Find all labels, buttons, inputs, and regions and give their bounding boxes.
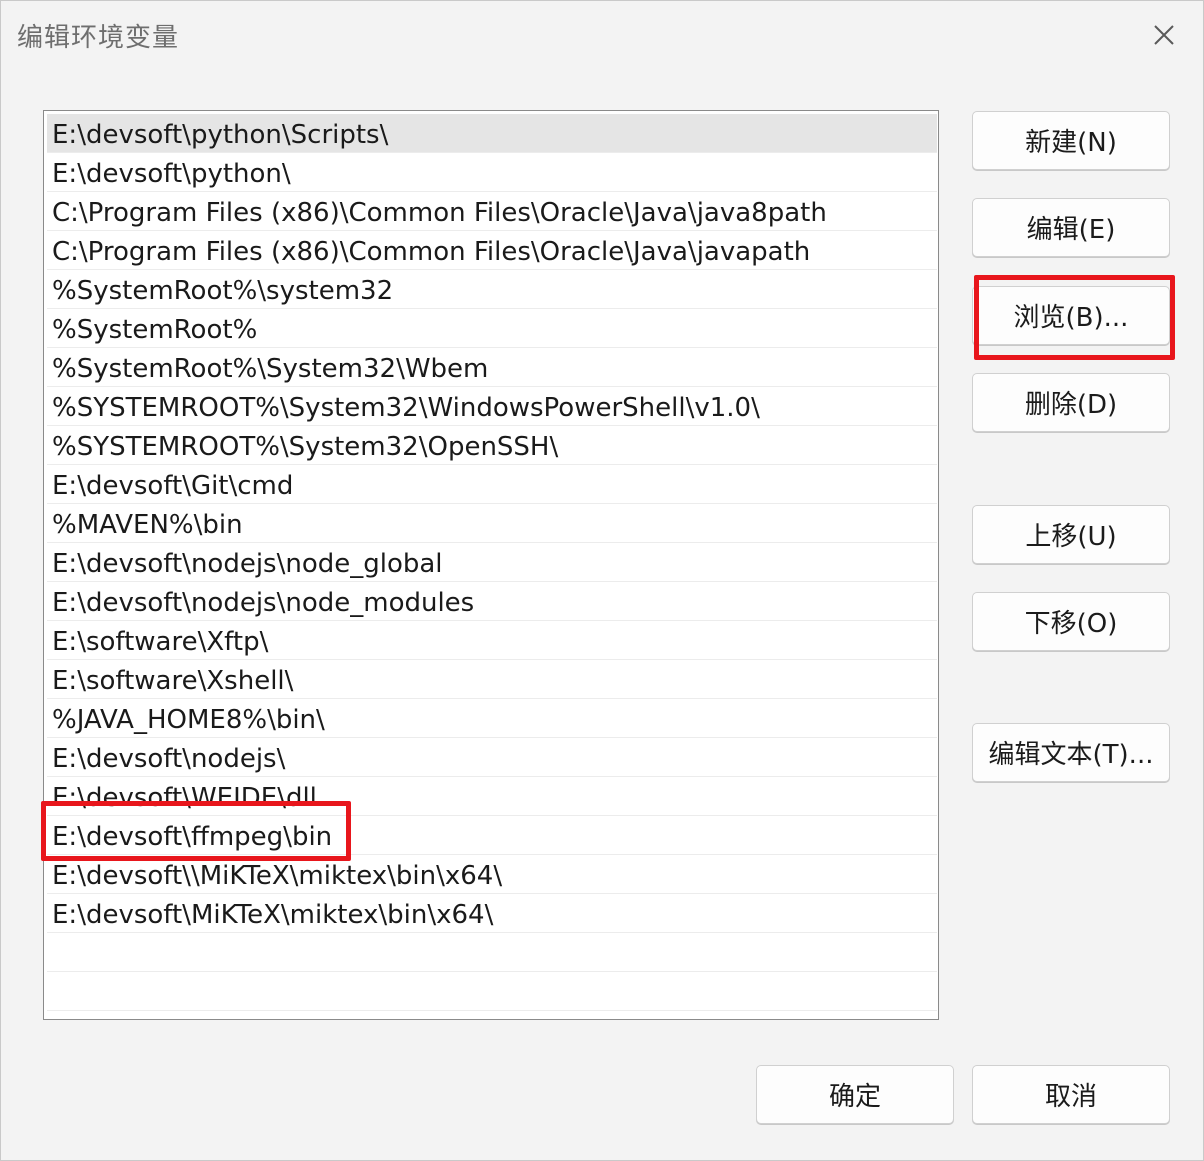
list-item[interactable]: C:\Program Files (x86)\Common Files\Orac…	[47, 192, 937, 231]
list-item[interactable]: E:\devsoft\python\	[47, 153, 937, 192]
list-item[interactable]: E:\software\Xftp\	[47, 621, 937, 660]
cancel-button[interactable]: 取消	[972, 1065, 1170, 1124]
list-item[interactable]: %SystemRoot%\system32	[47, 270, 937, 309]
list-item[interactable]: E:\devsoft\python\Scripts\	[47, 114, 937, 153]
list-item[interactable]: E:\devsoft\Git\cmd	[47, 465, 937, 504]
browse-button[interactable]: 浏览(B)...	[972, 286, 1170, 345]
list-item[interactable]: E:\software\Xshell\	[47, 660, 937, 699]
title-bar[interactable]: 编辑环境变量	[1, 1, 1203, 67]
list-item[interactable]	[47, 972, 937, 1011]
list-item[interactable]: C:\Program Files (x86)\Common Files\Orac…	[47, 231, 937, 270]
edit-env-variable-dialog: 编辑环境变量 E:\devsoft\python\Scripts\ E:\devs…	[0, 0, 1204, 1161]
ok-button[interactable]: 确定	[756, 1065, 954, 1124]
list-item[interactable]: %SystemRoot%	[47, 309, 937, 348]
path-list[interactable]: E:\devsoft\python\Scripts\ E:\devsoft\pyt…	[43, 110, 939, 1020]
delete-button[interactable]: 删除(D)	[972, 373, 1170, 432]
edit-button[interactable]: 编辑(E)	[972, 198, 1170, 257]
edit-text-button[interactable]: 编辑文本(T)...	[972, 723, 1170, 782]
list-item[interactable]: E:\devsoft\nodejs\node_modules	[47, 582, 937, 621]
list-item[interactable]: E:\devsoft\ffmpeg\bin	[47, 816, 937, 855]
new-button[interactable]: 新建(N)	[972, 111, 1170, 170]
list-item[interactable]: E:\devsoft\\MiKTeX\miktex\bin\x64\	[47, 855, 937, 894]
close-icon	[1154, 25, 1174, 45]
list-item[interactable]: E:\devsoft\nodejs\	[47, 738, 937, 777]
list-item[interactable]: %SystemRoot%\System32\Wbem	[47, 348, 937, 387]
list-item[interactable]: %JAVA_HOME8%\bin\	[47, 699, 937, 738]
list-item[interactable]: E:\devsoft\WEIDE\dll	[47, 777, 937, 816]
list-item[interactable]: E:\devsoft\nodejs\node_global	[47, 543, 937, 582]
dialog-title: 编辑环境变量	[17, 23, 180, 53]
list-item[interactable]	[47, 933, 937, 972]
close-button[interactable]	[1141, 15, 1187, 55]
list-item[interactable]: E:\devsoft\MiKTeX\miktex\bin\x64\	[47, 894, 937, 933]
move-down-button[interactable]: 下移(O)	[972, 592, 1170, 651]
list-item[interactable]: %SYSTEMROOT%\System32\WindowsPowerShell\…	[47, 387, 937, 426]
list-item[interactable]: %SYSTEMROOT%\System32\OpenSSH\	[47, 426, 937, 465]
move-up-button[interactable]: 上移(U)	[972, 505, 1170, 564]
list-item[interactable]: %MAVEN%\bin	[47, 504, 937, 543]
